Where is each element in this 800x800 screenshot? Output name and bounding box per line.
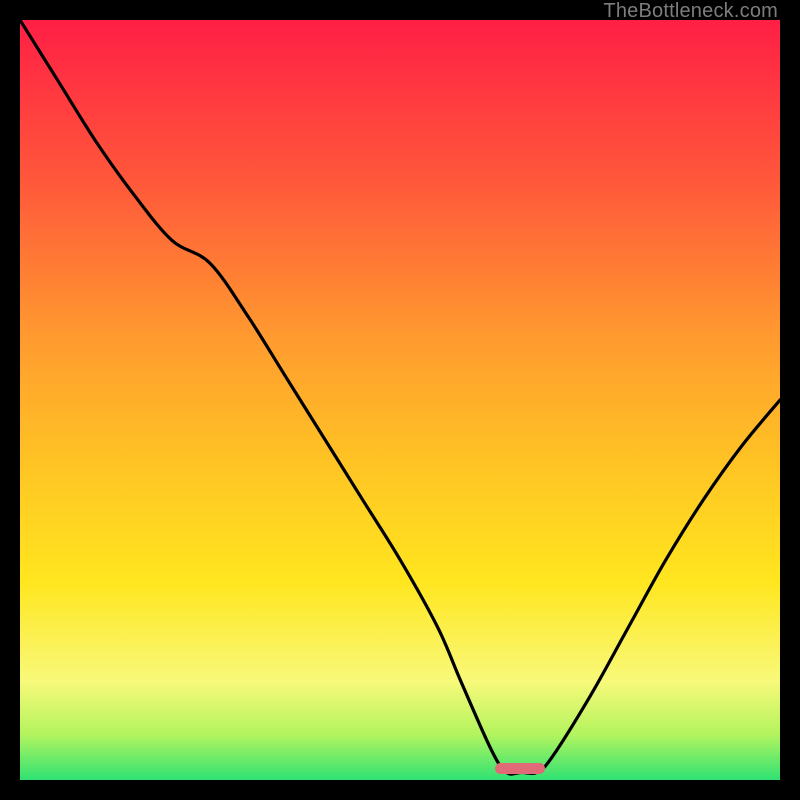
bottleneck-curve — [20, 20, 780, 780]
outer-frame: TheBottleneck.com — [0, 0, 800, 800]
watermark-text: TheBottleneck.com — [603, 0, 778, 23]
optimal-marker — [495, 763, 545, 774]
plot-area — [20, 20, 780, 780]
